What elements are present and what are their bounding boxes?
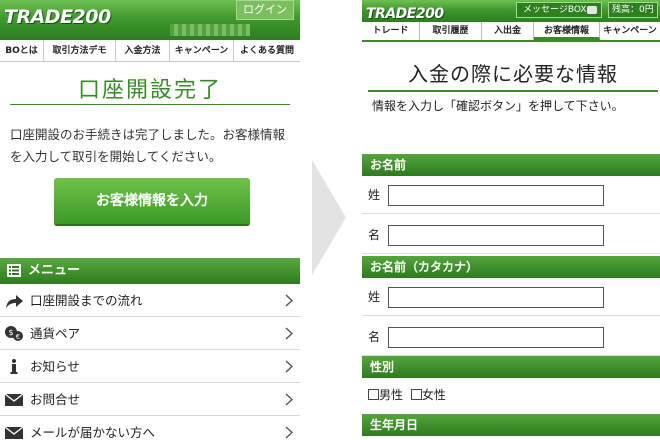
- nav-faq[interactable]: よくある質問: [234, 40, 300, 62]
- menu-header-label: メニュー: [28, 263, 81, 278]
- left-screen: TRADE200 ログイン BOとは 取引方法デモ 入金方法 キャンペーン よく…: [0, 0, 300, 440]
- surname-label: 姓: [368, 188, 381, 202]
- nav-campaign[interactable]: キャンペーン: [170, 40, 234, 62]
- header-bar: TRADE200 ログイン: [0, 0, 300, 40]
- header-bar: TRADE200 メッセージBOX 残高：0円: [362, 0, 660, 22]
- instruction-text: 情報を入力し「確認ボタン」を押して下さい。: [372, 99, 624, 113]
- surname-kana-row: 姓: [362, 278, 660, 316]
- top-nav: トレード 取引履歴 入出金 お客様情報 キャンペーン: [362, 22, 660, 42]
- tab-deposit[interactable]: 入出金: [482, 22, 534, 40]
- surname-kana-input[interactable]: [388, 287, 604, 308]
- currency-icon: $ €: [5, 326, 23, 341]
- page-title: 口座開設完了: [77, 78, 222, 103]
- section-birthdate: 生年月日: [362, 414, 660, 436]
- given-name-label: 名: [368, 228, 381, 242]
- chat-bubble-icon: [587, 6, 597, 14]
- enter-customer-info-button[interactable]: お客様情報を入力: [54, 178, 250, 224]
- page-title: 入金の際に必要な情報: [408, 62, 618, 86]
- trade200-logo[interactable]: TRADE200: [366, 6, 444, 22]
- mail-icon: [4, 426, 24, 439]
- title-underline: [10, 104, 290, 105]
- nav-bo[interactable]: BOとは: [0, 40, 44, 62]
- nav-demo[interactable]: 取引方法デモ: [44, 40, 116, 62]
- list-icon: [7, 264, 21, 277]
- given-kana-label: 名: [368, 330, 381, 344]
- surname-row: 姓: [362, 176, 660, 214]
- message-box-label: メッセージBOX: [523, 5, 587, 15]
- menu-item-label: お知らせ: [30, 359, 80, 374]
- top-nav: BOとは 取引方法デモ 入金方法 キャンペーン よくある質問: [0, 40, 300, 62]
- chevron-right-icon: [285, 294, 294, 307]
- menu-item-news[interactable]: お知らせ: [0, 350, 300, 383]
- surname-kana-label: 姓: [368, 290, 381, 304]
- given-name-input[interactable]: [388, 225, 604, 246]
- transition-arrow-icon: [312, 160, 346, 275]
- female-label: 女性: [421, 388, 446, 402]
- menu-item-label: お問合せ: [30, 392, 81, 407]
- tab-customer-info[interactable]: お客様情報: [534, 22, 600, 40]
- chevron-right-icon: [285, 360, 294, 373]
- chevron-right-icon: [285, 393, 294, 406]
- info-icon: [10, 359, 18, 374]
- surname-input[interactable]: [388, 185, 604, 206]
- chevron-right-icon: [285, 327, 294, 340]
- given-name-row: 名: [362, 216, 660, 254]
- section-name: お名前: [362, 154, 660, 176]
- menu-item-label: 通貨ペア: [30, 326, 81, 341]
- section-gender: 性別: [362, 356, 660, 378]
- balance-display: 残高：0円: [608, 2, 658, 18]
- trade200-logo[interactable]: TRADE200: [4, 6, 111, 28]
- login-button[interactable]: ログイン: [236, 0, 294, 20]
- given-kana-input[interactable]: [388, 327, 604, 348]
- menu-item-contact[interactable]: お問合せ: [0, 383, 300, 416]
- given-kana-row: 名: [362, 318, 660, 356]
- message-box-button[interactable]: メッセージBOX: [516, 2, 602, 18]
- tab-trade[interactable]: トレード: [362, 22, 420, 40]
- menu-item-label: メールが届かない方へ: [30, 425, 156, 440]
- male-checkbox[interactable]: [368, 389, 379, 400]
- gender-options: 男性 女性: [368, 386, 446, 403]
- female-checkbox[interactable]: [410, 389, 422, 400]
- right-screen: TRADE200 メッセージBOX 残高：0円 トレード 取引履歴 入出金 お客…: [362, 0, 660, 440]
- menu-item-account-flow[interactable]: 口座開設までの流れ: [0, 284, 300, 317]
- mail-icon: [4, 393, 24, 406]
- tab-history[interactable]: 取引履歴: [420, 22, 482, 40]
- share-arrow-icon: [6, 295, 23, 308]
- section-kana: お名前（カタカナ）: [362, 256, 660, 278]
- title-underline: [368, 90, 658, 92]
- male-label: 男性: [379, 388, 404, 402]
- tab-campaign[interactable]: キャンペーン: [600, 22, 660, 40]
- nav-deposit-method[interactable]: 入金方法: [116, 40, 170, 62]
- svg-text:$: $: [8, 328, 13, 337]
- menu-header: メニュー: [0, 258, 300, 284]
- menu-item-mail-trouble[interactable]: メールが届かない方へ: [0, 416, 300, 440]
- menu-item-label: 口座開設までの流れ: [30, 293, 143, 308]
- menu-item-currency-pairs[interactable]: $ € 通貨ペア: [0, 317, 300, 350]
- completion-message: 口座開設のお手続きは完了しました。お客様情報を入力して取引を開始してください。: [10, 127, 286, 164]
- chevron-right-icon: [285, 426, 294, 439]
- blurred-user-id: [170, 24, 250, 36]
- svg-text:€: €: [16, 333, 20, 341]
